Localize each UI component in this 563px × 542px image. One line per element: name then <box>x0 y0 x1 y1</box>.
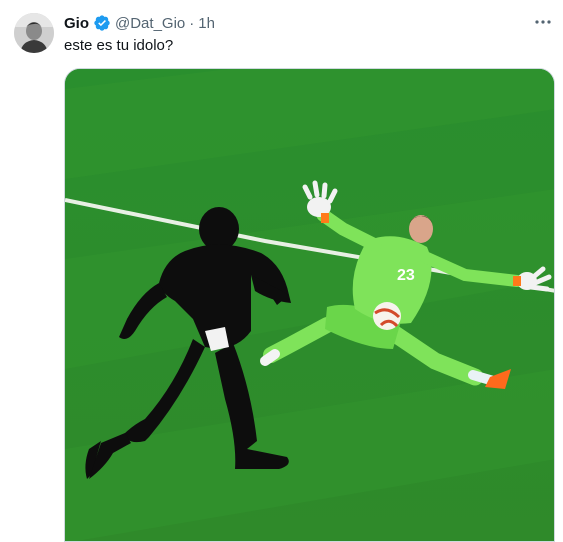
tweet-header: Gio @Dat_Gio · 1h <box>64 13 215 33</box>
verified-badge-icon <box>93 14 111 32</box>
more-options-icon[interactable] <box>533 12 553 32</box>
avatar[interactable] <box>14 13 54 53</box>
display-name[interactable]: Gio <box>64 15 89 32</box>
tweet-text: este es tu idolo? <box>64 37 174 54</box>
avatar-image <box>14 13 54 53</box>
jersey-number: 23 <box>397 267 415 284</box>
tweet[interactable]: Gio @Dat_Gio · 1h este es tu idolo? 23 <box>0 0 563 542</box>
tweet-media-image[interactable]: 23 <box>64 68 555 542</box>
soccer-photo: 23 <box>65 69 554 541</box>
timestamp[interactable]: 1h <box>198 15 215 32</box>
separator-dot: · <box>189 14 195 32</box>
user-handle[interactable]: @Dat_Gio <box>115 15 185 32</box>
